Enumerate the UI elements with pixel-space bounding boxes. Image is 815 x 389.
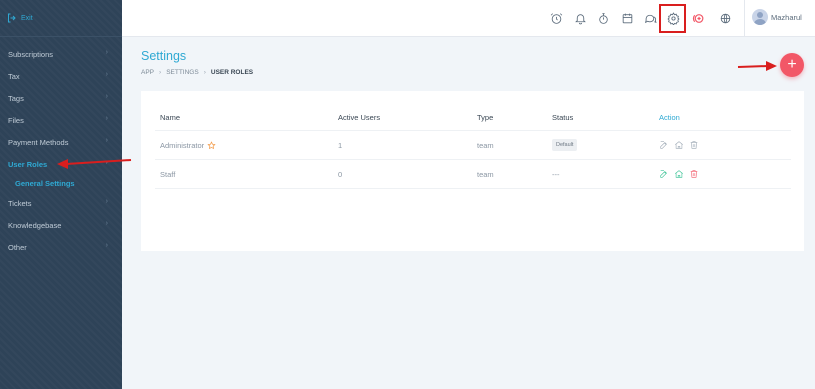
annotation-arrow-add-button bbox=[737, 61, 777, 71]
column-header-active-users: Active Users bbox=[338, 112, 381, 122]
chevron-right-icon: › bbox=[159, 69, 162, 76]
sidebar-item-label: Subscriptions bbox=[8, 49, 54, 59]
trash-icon[interactable] bbox=[689, 140, 699, 150]
gear-icon[interactable] bbox=[665, 10, 681, 26]
stopwatch-icon[interactable] bbox=[595, 10, 611, 26]
user-name: Mazharul bbox=[771, 12, 802, 22]
breadcrumb-settings[interactable]: SETTINGS bbox=[166, 69, 199, 76]
sidebar-item-tickets[interactable]: Tickets › bbox=[0, 192, 122, 214]
role-name: Administrator bbox=[160, 140, 205, 150]
role-name: Staff bbox=[160, 169, 176, 179]
action-cell bbox=[659, 160, 699, 188]
sidebar-item-label: Tax bbox=[8, 71, 20, 81]
edit-icon[interactable] bbox=[659, 169, 669, 179]
column-header-type: Type bbox=[477, 112, 494, 122]
sidebar-item-label: User Roles bbox=[8, 159, 48, 169]
sidebar-item-label: Tickets bbox=[8, 198, 32, 208]
chat-icon[interactable] bbox=[642, 10, 658, 26]
trash-icon[interactable] bbox=[689, 169, 699, 179]
sidebar-item-user-roles[interactable]: User Roles › bbox=[0, 153, 122, 175]
chevron-right-icon: › bbox=[105, 159, 108, 166]
table-header: Name Active Users Type Status Action bbox=[155, 104, 791, 131]
exit-icon bbox=[8, 13, 16, 23]
top-header: Mazharul bbox=[122, 0, 815, 37]
type-cell: team bbox=[477, 140, 494, 150]
sidebar-item-label: Files bbox=[8, 115, 24, 125]
column-header-name: Name bbox=[160, 112, 181, 122]
active-users-cell: 0 bbox=[338, 169, 343, 179]
roles-table-card: Name Active Users Type Status Action Adm… bbox=[141, 91, 804, 251]
add-role-button[interactable]: + bbox=[780, 53, 804, 77]
user-menu[interactable]: Mazharul bbox=[752, 9, 802, 25]
breadcrumb: APP › SETTINGS › USER ROLES bbox=[141, 69, 253, 76]
sidebar: Exit Subscriptions › Tax › Tags › Files › Pa… bbox=[0, 0, 122, 389]
table-row: Staff 0 team --- bbox=[155, 160, 791, 189]
calendar-icon[interactable] bbox=[619, 10, 635, 26]
role-name-cell: Administrator bbox=[160, 131, 216, 159]
sidebar-item-files[interactable]: Files › bbox=[0, 109, 122, 131]
status-cell: --- bbox=[552, 169, 560, 179]
chevron-right-icon: › bbox=[105, 71, 108, 78]
chevron-right-icon: › bbox=[105, 137, 108, 144]
sidebar-item-label: Other bbox=[8, 242, 27, 252]
alarm-clock-icon[interactable] bbox=[548, 10, 564, 26]
home-icon[interactable] bbox=[674, 169, 684, 179]
sidebar-item-label: Tags bbox=[8, 93, 24, 103]
chevron-right-icon: › bbox=[105, 49, 108, 56]
bell-icon[interactable] bbox=[572, 10, 588, 26]
avatar bbox=[752, 9, 768, 25]
status-badge: Default bbox=[552, 139, 578, 151]
sidebar-item-tags[interactable]: Tags › bbox=[0, 87, 122, 109]
sidebar-item-tax[interactable]: Tax › bbox=[0, 65, 122, 87]
page-title: Settings bbox=[141, 49, 187, 63]
sidebar-item-other[interactable]: Other › bbox=[0, 236, 122, 258]
column-header-status: Status bbox=[552, 112, 574, 122]
sidebar-subitem-general-settings[interactable]: General Settings bbox=[0, 175, 122, 192]
action-cell bbox=[659, 131, 699, 159]
table-row: Administrator 1 team Default bbox=[155, 131, 791, 160]
breadcrumb-app[interactable]: APP bbox=[141, 69, 154, 76]
exit-label: Exit bbox=[21, 14, 33, 22]
chevron-right-icon: › bbox=[105, 115, 108, 122]
active-users-cell: 1 bbox=[338, 140, 343, 150]
status-cell: Default bbox=[552, 131, 578, 159]
header-divider bbox=[744, 0, 745, 37]
star-icon bbox=[207, 140, 216, 149]
sidebar-item-knowledgebase[interactable]: Knowledgebase › bbox=[0, 214, 122, 236]
exit-button[interactable]: Exit bbox=[6, 12, 33, 24]
chevron-right-icon: › bbox=[105, 198, 108, 205]
sidebar-item-label: Knowledgebase bbox=[8, 220, 62, 230]
type-cell: team bbox=[477, 169, 494, 179]
chevron-right-icon: › bbox=[203, 69, 206, 76]
edit-icon[interactable] bbox=[659, 140, 669, 150]
sidebar-item-label: Payment Methods bbox=[8, 137, 69, 147]
chevron-right-icon: › bbox=[105, 220, 108, 227]
chevron-right-icon: › bbox=[105, 242, 108, 249]
chevron-right-icon: › bbox=[105, 93, 108, 100]
breadcrumb-current: USER ROLES bbox=[210, 69, 254, 76]
sidebar-item-subscriptions[interactable]: Subscriptions › bbox=[0, 43, 122, 65]
add-circle-icon[interactable] bbox=[690, 10, 706, 26]
home-icon[interactable] bbox=[674, 140, 684, 150]
sidebar-item-payment-methods[interactable]: Payment Methods › bbox=[0, 131, 122, 153]
sidebar-nav: Subscriptions › Tax › Tags › Files › Payment… bbox=[0, 43, 122, 258]
column-header-action: Action bbox=[659, 112, 680, 122]
sidebar-header: Exit bbox=[0, 0, 122, 37]
globe-icon[interactable] bbox=[717, 10, 733, 26]
